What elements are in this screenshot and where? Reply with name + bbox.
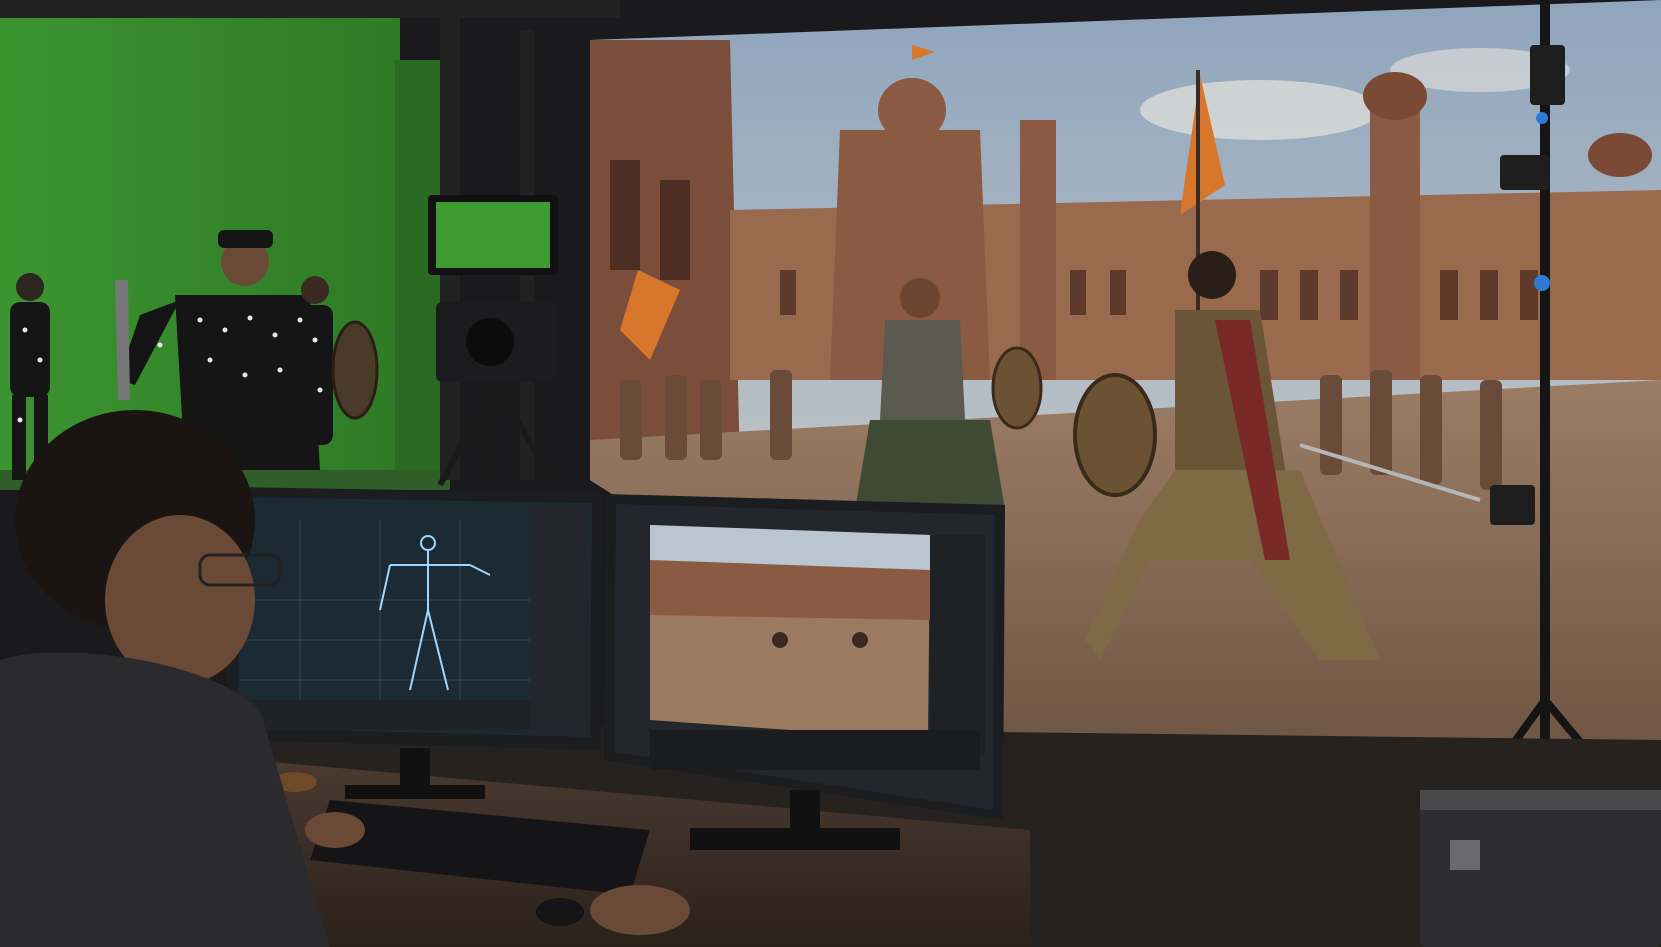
studio-scene (0, 0, 1661, 947)
palace-tower-right (1370, 100, 1420, 380)
scene-svg (0, 0, 1661, 947)
road-case (1420, 790, 1661, 947)
timeline (650, 730, 980, 770)
layers-panel (930, 535, 985, 755)
palace-dome (878, 78, 946, 142)
outliner-panel (530, 505, 590, 735)
palace-tower-left (1020, 120, 1056, 380)
mouse-icon (536, 898, 584, 926)
